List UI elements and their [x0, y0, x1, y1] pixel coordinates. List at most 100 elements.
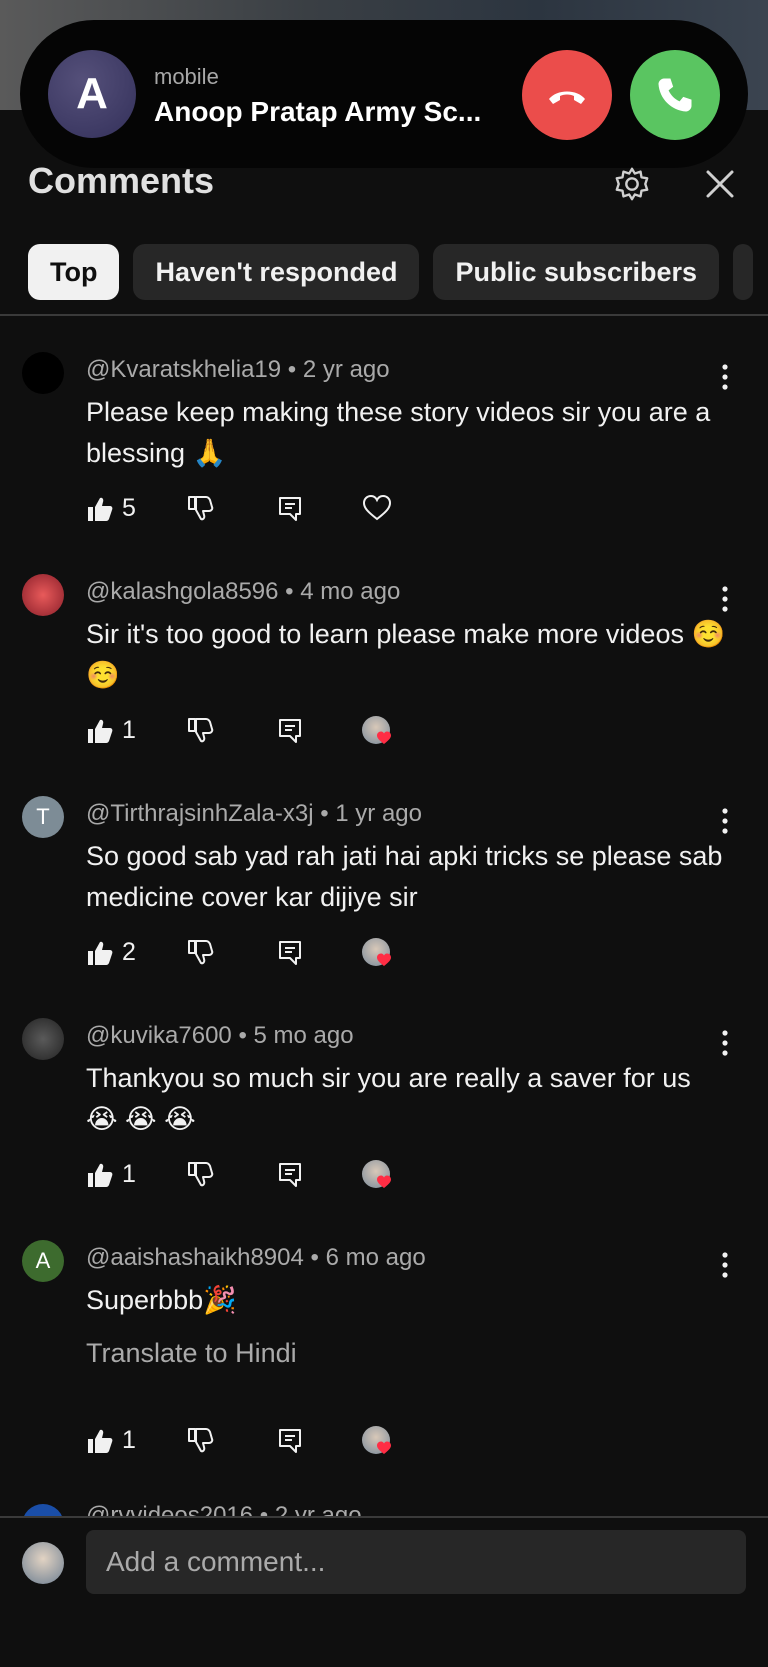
caller-name: Anoop Pratap Army Sc... [154, 96, 482, 127]
dislike-button[interactable] [186, 716, 214, 744]
gear-icon [615, 167, 649, 201]
comment-time: 1 yr ago [335, 800, 422, 827]
like-count: 1 [122, 716, 136, 744]
reply-icon [279, 941, 301, 965]
chip-top[interactable]: Top [28, 244, 120, 300]
comment-text: Please keep making these story videos si… [86, 397, 711, 468]
reply-button[interactable] [276, 494, 304, 522]
like-count: 1 [122, 1426, 136, 1454]
reply-icon [279, 497, 301, 521]
avatar[interactable] [22, 352, 64, 394]
comment-author[interactable]: @Kvaratskhelia19 [86, 356, 281, 383]
comment-author[interactable]: @kalashgola8596 [86, 578, 279, 605]
comment-meta: @TirthrajsinhZala-x3j • 1 yr ago [86, 800, 422, 827]
reply-icon [279, 1163, 301, 1187]
like-button[interactable]: 2 [86, 938, 136, 967]
add-comment-input[interactable] [86, 1530, 746, 1594]
like-button[interactable]: 1 [86, 716, 136, 745]
dislike-button[interactable] [186, 1160, 214, 1188]
like-count: 2 [122, 938, 136, 966]
comment-time: 4 mo ago [300, 578, 401, 605]
comment-author[interactable]: @TirthrajsinhZala-x3j [86, 800, 314, 827]
divider [0, 314, 768, 316]
like-count: 5 [122, 494, 136, 522]
chip-public-subscribers[interactable]: Public subscribers [433, 244, 720, 300]
comment-text: So good sab yad rah jati hai apki tricks… [86, 841, 723, 912]
comment-actions: 5 [86, 494, 726, 530]
red-heart-icon [377, 953, 391, 966]
avatar[interactable] [22, 574, 64, 616]
more-options-icon[interactable] [712, 806, 738, 836]
phone-accept-icon [658, 78, 692, 112]
thumbs-up-icon [88, 941, 113, 965]
translate-link[interactable]: Translate to Hindi [86, 1338, 297, 1369]
avatar[interactable]: A [22, 1240, 64, 1282]
more-options-icon[interactable] [712, 584, 738, 614]
red-heart-icon [377, 1441, 391, 1454]
comment-actions: 1 [86, 716, 726, 752]
thumbs-up-icon [88, 719, 113, 743]
thumbs-down-icon [188, 496, 214, 521]
dislike-button[interactable] [186, 1426, 214, 1454]
comment-time: 2 yr ago [302, 356, 390, 383]
reply-icon [279, 719, 301, 743]
incoming-call-banner[interactable]: A mobile Anoop Pratap Army Sc... [20, 20, 748, 168]
comment-text: Thankyou so much sir you are really a sa… [86, 1063, 691, 1134]
like-button[interactable]: 1 [86, 1426, 136, 1455]
thumbs-down-icon [188, 1428, 214, 1453]
dislike-button[interactable] [186, 938, 214, 966]
comment-actions: 1 [86, 1160, 726, 1196]
reply-button[interactable] [276, 1160, 304, 1188]
close-button[interactable] [700, 164, 740, 204]
caller-avatar: A [48, 50, 136, 138]
avatar[interactable] [22, 1018, 64, 1060]
more-options-icon[interactable] [712, 1250, 738, 1280]
comment-author[interactable]: @aaishashaikh8904 [86, 1244, 304, 1271]
chip-havent-responded[interactable]: Haven't responded [133, 244, 420, 300]
reply-icon [279, 1429, 301, 1453]
reply-button[interactable] [276, 938, 304, 966]
red-heart-icon [377, 1175, 391, 1188]
comment-time: 5 mo ago [253, 1022, 354, 1049]
heart-button[interactable] [362, 494, 392, 522]
caller-label: mobile [154, 64, 219, 89]
comment-meta: @aaishashaikh8904 • 6 mo ago [86, 1244, 426, 1271]
comment-composer [0, 1516, 768, 1667]
avatar[interactable]: T [22, 796, 64, 838]
comment-actions: 1 [86, 1426, 726, 1462]
like-button[interactable]: 5 [86, 494, 136, 523]
creator-heart-badge [362, 716, 406, 744]
like-count: 1 [122, 1160, 136, 1188]
comment-actions: 2 [86, 938, 726, 974]
reply-button[interactable] [276, 716, 304, 744]
creator-heart-badge [362, 938, 406, 966]
more-options-icon[interactable] [712, 1028, 738, 1058]
like-button[interactable]: 1 [86, 1160, 136, 1189]
chip-more[interactable] [733, 244, 754, 300]
decline-call-button[interactable] [522, 50, 612, 140]
reply-button[interactable] [276, 1426, 304, 1454]
thumbs-up-icon [88, 497, 113, 521]
comment-meta: @kalashgola8596 • 4 mo ago [86, 578, 401, 605]
thumbs-up-icon [88, 1163, 113, 1187]
comment-time: 6 mo ago [325, 1244, 426, 1271]
filter-chips: Top Haven't responded Public subscribers [28, 244, 754, 300]
comment-text: Sir it's too good to learn please make m… [86, 619, 726, 690]
comment-author[interactable]: @kuvika7600 [86, 1022, 232, 1049]
creator-heart-badge [362, 1426, 406, 1454]
thumbs-down-icon [188, 718, 214, 743]
settings-button[interactable] [612, 164, 652, 204]
creator-heart-badge [362, 1160, 406, 1188]
more-options-icon[interactable] [712, 362, 738, 392]
comment-meta: @Kvaratskhelia19 • 2 yr ago [86, 356, 390, 383]
comment-text: Superbbb🎉 [86, 1285, 237, 1315]
heart-icon [362, 494, 392, 521]
page-title: Comments [28, 160, 215, 201]
dislike-button[interactable] [186, 494, 214, 522]
accept-call-button[interactable] [630, 50, 720, 140]
close-icon [706, 170, 734, 198]
phone-decline-icon [549, 91, 585, 104]
thumbs-down-icon [188, 940, 214, 965]
thumbs-down-icon [188, 1162, 214, 1187]
user-avatar [22, 1542, 64, 1584]
